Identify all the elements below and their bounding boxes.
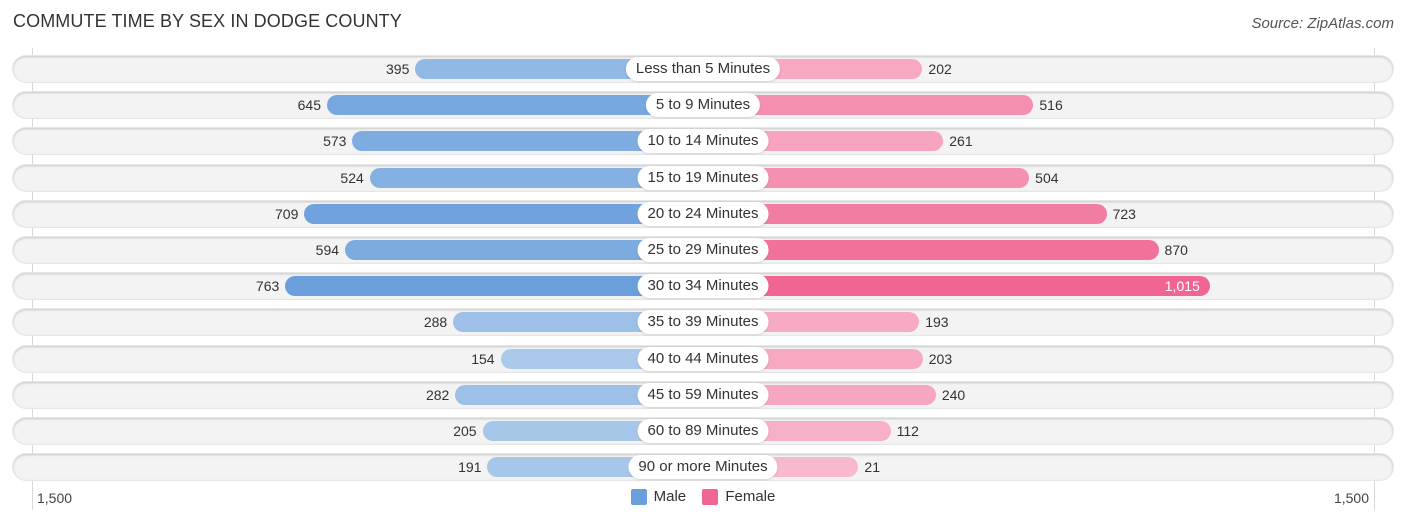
value-label-male: 154 [471,350,495,367]
value-label-male: 645 [297,97,321,114]
category-label: 45 to 59 Minutes [637,382,769,407]
legend-swatch-female [702,488,719,505]
value-label-male: 395 [386,61,410,77]
value-label-female: 112 [896,423,919,439]
legend-item-male[interactable]: Male [630,488,687,505]
value-label-female: 202 [928,61,952,77]
bar-female[interactable] [703,240,1159,260]
chart-title: COMMUTE TIME BY SEX IN DODGE COUNTY [13,11,402,31]
category-label: 20 to 24 Minutes [637,201,769,226]
source-label: Source: ZipAtlas.com [1251,15,1394,32]
value-label-male: 191 [458,459,482,476]
category-label: 25 to 29 Minutes [637,238,769,262]
value-label-female: 516 [1039,97,1063,114]
legend: Male Female [0,488,1406,509]
category-label: Less than 5 Minutes [625,57,781,81]
value-label-male: 282 [425,386,450,403]
value-label-male: 288 [423,314,448,331]
value-label-male: 573 [323,133,347,150]
value-label-female: 193 [925,314,949,331]
legend-swatch-male [630,488,647,505]
value-label-female: 504 [1035,169,1059,186]
value-label-male: 524 [340,169,364,186]
value-label-female: 1,015 [1164,278,1200,295]
category-label: 90 or more Minutes [628,455,778,480]
value-label-male: 763 [255,278,280,295]
value-label-female: 261 [949,133,973,150]
category-label: 60 to 89 Minutes [637,419,769,443]
category-label: 5 to 9 Minutes [645,93,761,118]
bar-female[interactable] [703,276,1210,297]
category-label: 15 to 19 Minutes [637,165,769,190]
category-label: 40 to 44 Minutes [637,346,769,371]
legend-label-female: Female [725,488,776,505]
category-label: 10 to 14 Minutes [637,129,769,154]
category-label: 35 to 39 Minutes [637,310,769,335]
legend-item-female[interactable]: Female [702,488,775,505]
value-label-female: 870 [1164,242,1188,258]
category-label: 30 to 34 Minutes [637,274,769,299]
value-label-male: 709 [275,205,299,222]
value-label-male: 594 [315,242,340,258]
value-label-female: 723 [1112,205,1136,222]
value-label-female: 203 [928,350,953,367]
legend-label-male: Male [653,488,687,505]
value-label-female: 240 [941,386,966,403]
value-label-female: 21 [864,459,880,476]
value-label-male: 205 [453,423,477,439]
